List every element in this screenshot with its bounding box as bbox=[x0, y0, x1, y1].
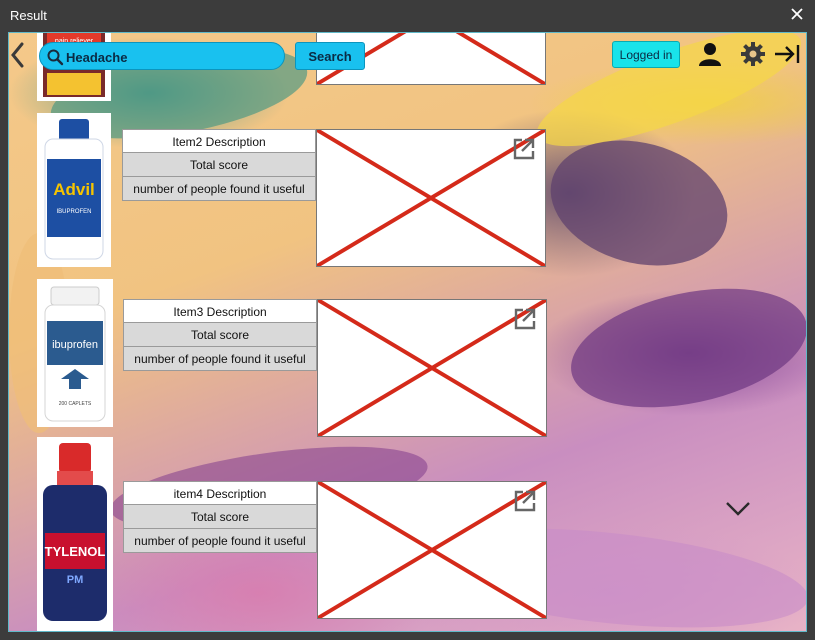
product-image-item3: ibuprofen 200 CAPLETS bbox=[37, 279, 113, 427]
back-button[interactable] bbox=[9, 41, 27, 69]
advil-bottle-icon: Advil IBUPROFEN bbox=[44, 119, 104, 260]
ibuprofen-label-text: 200 CAPLETS bbox=[59, 401, 92, 407]
logged-in-button[interactable]: Logged in bbox=[612, 41, 680, 68]
title-bar: Result bbox=[0, 0, 815, 32]
item2-details: Item2 Description Total score number of … bbox=[122, 129, 316, 201]
chevron-left-icon bbox=[11, 42, 24, 68]
product-image-item2: Advil IBUPROFEN bbox=[37, 113, 111, 267]
tylenol-bottle-icon: TYLENOL PM bbox=[43, 443, 107, 621]
item4-useful-count: number of people found it useful bbox=[123, 529, 317, 553]
item3-useful-count: number of people found it useful bbox=[123, 347, 317, 371]
tylenol-brand-text: TYLENOL bbox=[45, 544, 106, 559]
window-title: Result bbox=[10, 8, 47, 23]
item2-preview-placeholder bbox=[316, 129, 546, 267]
search-icon bbox=[46, 48, 64, 66]
gear-icon[interactable] bbox=[740, 41, 766, 67]
chevron-down-icon[interactable] bbox=[725, 501, 751, 517]
results-panel: pain reliever Search Logged in bbox=[8, 32, 807, 632]
open-external-icon[interactable] bbox=[511, 136, 537, 162]
item2-useful-count: number of people found it useful bbox=[122, 177, 316, 201]
open-external-icon[interactable] bbox=[512, 488, 538, 514]
item3-description[interactable]: Item3 Description bbox=[123, 299, 317, 323]
result-window: Result pain reliever bbox=[0, 0, 815, 640]
open-external-icon[interactable] bbox=[512, 306, 538, 332]
search-bar[interactable] bbox=[39, 42, 285, 70]
user-icon[interactable] bbox=[697, 41, 723, 67]
item4-details: item4 Description Total score number of … bbox=[123, 481, 317, 553]
advil-brand-text: Advil bbox=[53, 180, 95, 199]
item3-details: Item3 Description Total score number of … bbox=[123, 299, 317, 371]
item3-preview-placeholder bbox=[317, 299, 547, 437]
sign-out-arrow-icon[interactable] bbox=[773, 43, 801, 65]
ibuprofen-brand-text: ibuprofen bbox=[52, 339, 98, 351]
advil-label-text: IBUPROFEN bbox=[56, 209, 91, 215]
ibuprofen-bottle-icon: ibuprofen 200 CAPLETS bbox=[44, 286, 106, 422]
product-image-item4: TYLENOL PM bbox=[37, 437, 113, 631]
item4-description[interactable]: item4 Description bbox=[123, 481, 317, 505]
close-icon[interactable] bbox=[789, 6, 805, 22]
search-input[interactable] bbox=[66, 47, 276, 67]
search-button[interactable]: Search bbox=[295, 42, 365, 70]
item4-total-score: Total score bbox=[123, 505, 317, 529]
background-art bbox=[560, 269, 806, 427]
item3-total-score: Total score bbox=[123, 323, 317, 347]
item2-description[interactable]: Item2 Description bbox=[122, 129, 316, 153]
item4-preview-placeholder bbox=[317, 481, 547, 619]
tylenol-label-text: PM bbox=[67, 574, 84, 586]
item2-total-score: Total score bbox=[122, 153, 316, 177]
